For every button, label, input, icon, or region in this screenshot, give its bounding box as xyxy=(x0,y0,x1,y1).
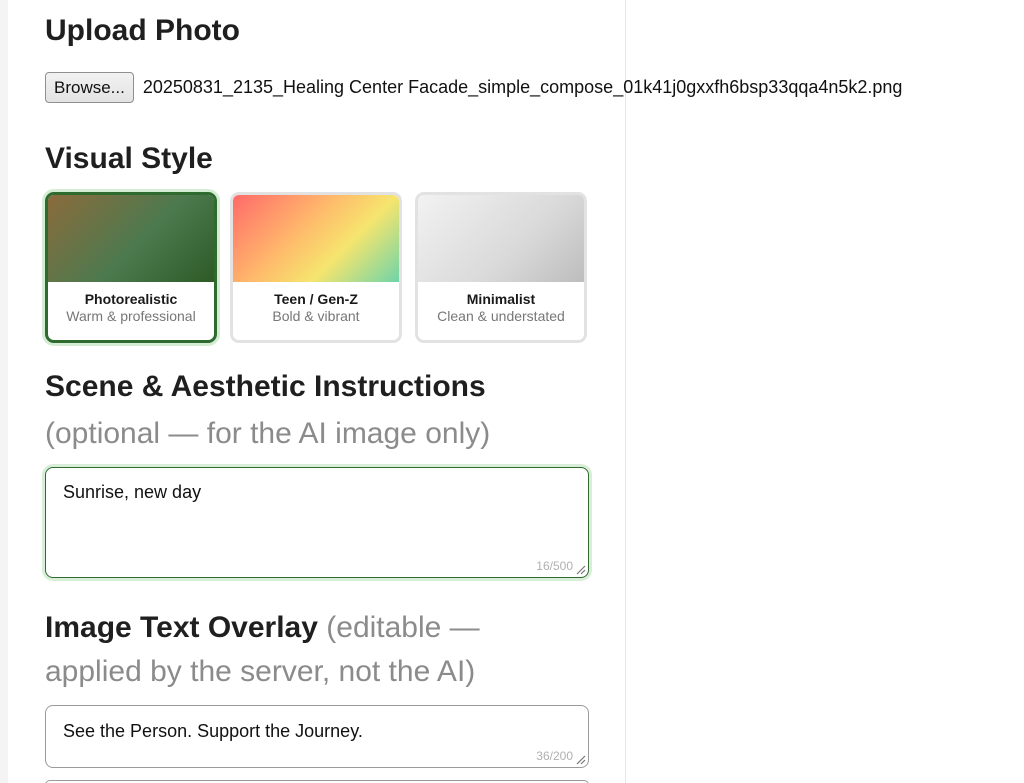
overlay-text-value: See the Person. Support the Journey. xyxy=(63,721,363,741)
scene-note: (optional — for the AI image only) xyxy=(45,417,491,450)
overlay-note-line1: (editable — xyxy=(326,611,480,644)
scene-heading: Scene & Aesthetic Instructions xyxy=(45,370,486,403)
browse-button[interactable]: Browse... xyxy=(45,72,134,103)
overlay-heading-line: Image Text Overlay (editable — xyxy=(45,610,480,646)
style-card-subtitle: Clean & understated xyxy=(437,308,565,324)
resize-handle-icon[interactable] xyxy=(575,754,586,765)
scene-instructions-value: Sunrise, new day xyxy=(63,482,202,502)
style-card-text: Minimalist Clean & understated xyxy=(418,282,584,325)
style-card-subtitle: Warm & professional xyxy=(66,308,196,324)
style-options: Photorealistic Warm & professional Teen … xyxy=(45,192,587,343)
overlay-note-line2: applied by the server, not the AI) xyxy=(45,655,476,688)
overlay-text-textarea[interactable]: See the Person. Support the Journey. 36/… xyxy=(45,705,589,768)
file-upload-control[interactable]: Browse... 20250831_2135_Healing Center F… xyxy=(45,72,902,103)
scene-char-counter: 16/500 xyxy=(536,559,573,573)
style-swatch-minimalist xyxy=(418,195,584,282)
style-swatch-photorealistic xyxy=(48,195,214,282)
style-card-teen-genz[interactable]: Teen / Gen-Z Bold & vibrant xyxy=(230,192,402,343)
panel-edge xyxy=(0,0,8,783)
upload-heading: Upload Photo xyxy=(45,14,240,47)
style-card-title: Minimalist xyxy=(466,291,536,307)
selected-file-name: 20250831_2135_Healing Center Facade_simp… xyxy=(142,77,903,97)
page: Upload Photo Browse... 20250831_2135_Hea… xyxy=(0,0,1024,783)
style-card-subtitle: Bold & vibrant xyxy=(272,308,360,324)
resize-handle-icon[interactable] xyxy=(575,564,586,575)
style-card-minimalist[interactable]: Minimalist Clean & understated xyxy=(415,192,587,343)
overlay-char-counter: 36/200 xyxy=(536,749,573,763)
style-card-text: Photorealistic Warm & professional xyxy=(48,282,214,325)
style-card-title: Teen / Gen-Z xyxy=(274,291,358,307)
style-card-photorealistic[interactable]: Photorealistic Warm & professional xyxy=(45,192,217,343)
style-card-text: Teen / Gen-Z Bold & vibrant xyxy=(233,282,399,325)
scene-instructions-textarea[interactable]: Sunrise, new day 16/500 xyxy=(45,467,589,578)
form-panel: Upload Photo Browse... 20250831_2135_Hea… xyxy=(0,0,902,783)
style-swatch-teen-genz xyxy=(233,195,399,282)
visual-style-heading: Visual Style xyxy=(45,142,213,175)
overlay-heading: Image Text Overlay xyxy=(45,611,318,644)
style-card-title: Photorealistic xyxy=(84,291,178,307)
